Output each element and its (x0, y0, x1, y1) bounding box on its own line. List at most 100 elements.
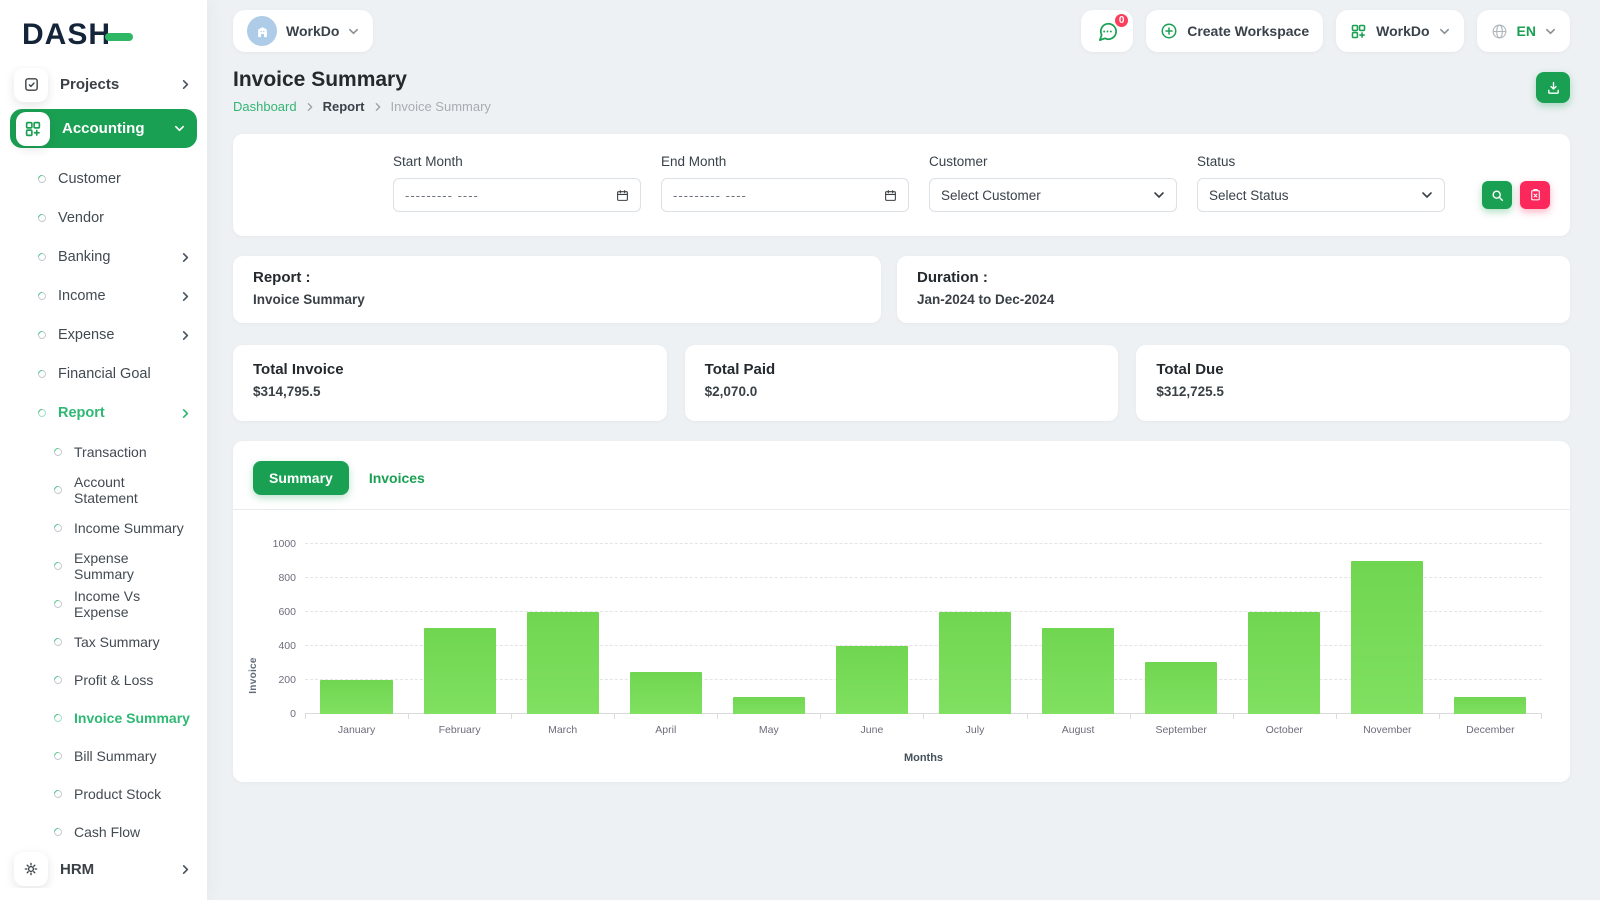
breadcrumb-current: Invoice Summary (390, 99, 491, 114)
bar-april (629, 671, 702, 714)
download-report-button[interactable] (1536, 72, 1570, 103)
x-tick-label-august: August (1026, 714, 1130, 736)
bullet-icon (52, 636, 64, 648)
bar-cell-may (717, 544, 820, 714)
y-tick-label: 0 (290, 708, 296, 720)
sidebar-item-banking[interactable]: Banking (0, 238, 207, 277)
filter-buttons (1482, 181, 1550, 212)
sidebar-item-label: Report (58, 405, 105, 422)
x-tick-label-october: October (1232, 714, 1336, 736)
sidebar-item-income-vs-expense[interactable]: Income Vs Expense (0, 585, 207, 623)
sidebar-item-bill-summary[interactable]: Bill Summary (0, 737, 207, 775)
filter-panel: Start Month --------- ---- End Month ---… (233, 134, 1570, 236)
check-square-icon (14, 67, 48, 102)
total-invoice-value: $314,795.5 (253, 384, 321, 399)
workspace-switcher[interactable]: WorkDo (233, 10, 374, 52)
sidebar-item-label: Transaction (74, 443, 147, 460)
sidebar-item-customer[interactable]: Customer (0, 160, 207, 199)
sidebar-item-hrm[interactable]: HRM (0, 851, 207, 888)
sidebar-item-expense[interactable]: Expense (0, 316, 207, 355)
workdo-menu-button[interactable]: WorkDo (1336, 10, 1464, 52)
sidebar-item-accounting[interactable]: Accounting (10, 109, 197, 148)
x-tick-label-september: September (1129, 714, 1233, 736)
bar-cell-august (1027, 544, 1130, 714)
sidebar-item-label: Financial Goal (58, 366, 151, 383)
total-due-value: $312,725.5 (1156, 384, 1224, 399)
sidebar-item-expense-summary[interactable]: Expense Summary (0, 547, 207, 585)
bullet-icon (36, 251, 48, 264)
topbar: WorkDo 0 Create Workspace WorkDo EN (233, 10, 1570, 52)
sidebar-item-label: HRM (60, 860, 95, 878)
messages-button[interactable]: 0 (1081, 10, 1134, 52)
bullet-icon (36, 407, 48, 420)
bullet-icon (52, 674, 64, 686)
bar-cell-january (305, 544, 408, 714)
status-field-group: Status Select Status (1197, 154, 1445, 212)
workdo-menu-label: WorkDo (1376, 23, 1430, 39)
hrm-icon (14, 852, 48, 887)
breadcrumb-dashboard[interactable]: Dashboard (233, 99, 297, 114)
sidebar-item-vendor[interactable]: Vendor (0, 199, 207, 238)
breadcrumb-report[interactable]: Report (323, 99, 365, 114)
bullet-icon (36, 368, 48, 381)
language-selector[interactable]: EN (1476, 10, 1570, 52)
duration-label: Duration : (917, 269, 988, 286)
end-month-input[interactable]: --------- ---- (661, 178, 909, 212)
sidebar-item-invoice-summary[interactable]: Invoice Summary (0, 699, 207, 737)
calendar-icon[interactable] (616, 189, 629, 202)
sidebar-item-projects[interactable]: Projects (0, 66, 207, 103)
workspace-name: WorkDo (286, 23, 340, 39)
bar-october (1248, 612, 1321, 714)
y-axis-title: Invoice (247, 657, 259, 694)
search-icon (1491, 189, 1503, 201)
sidebar-item-label: Invoice Summary (74, 709, 190, 726)
apply-filter-button[interactable] (1482, 181, 1512, 209)
sidebar-item-income[interactable]: Income (0, 277, 207, 316)
bars-container (305, 544, 1542, 714)
app-logo[interactable]: DASH (0, 12, 207, 66)
bar-august (1042, 628, 1115, 714)
x-tick-label-july: July (923, 714, 1026, 736)
sidebar-item-label: Income Summary (74, 519, 184, 536)
sidebar-item-financial-goal[interactable]: Financial Goal (0, 355, 207, 394)
calendar-icon[interactable] (884, 189, 897, 202)
report-name-card: Report : Invoice Summary (233, 256, 881, 323)
sidebar-item-account-statement[interactable]: Account Statement (0, 471, 207, 509)
customer-select[interactable]: Select Customer (929, 178, 1177, 212)
chevron-right-icon (180, 291, 191, 302)
grid-plus-icon (16, 111, 50, 146)
x-axis-labels: January February March April May June July Augu… (305, 714, 1543, 736)
create-workspace-button[interactable]: Create Workspace (1146, 10, 1324, 52)
bar-december (1454, 697, 1527, 714)
sidebar-item-label: Profit & Loss (74, 671, 154, 688)
total-due-card: Total Due $312,725.5 (1136, 345, 1570, 421)
reset-filter-button[interactable] (1520, 181, 1550, 209)
sidebar-item-profit-loss[interactable]: Profit & Loss (0, 661, 207, 699)
main-content: WorkDo 0 Create Workspace WorkDo EN Invo… (207, 0, 1600, 900)
sidebar-item-report[interactable]: Report (0, 394, 207, 433)
sidebar-item-label: Cash Flow (74, 823, 141, 840)
sidebar-item-tax-summary[interactable]: Tax Summary (0, 623, 207, 661)
duration-card: Duration : Jan-2024 to Dec-2024 (897, 256, 1570, 323)
tab-invoices[interactable]: Invoices (353, 461, 441, 495)
x-tick-label-april: April (614, 714, 717, 736)
sidebar-item-cash-flow[interactable]: Cash Flow (0, 813, 207, 851)
x-tick-label-march: March (511, 714, 614, 736)
sidebar-item-transaction[interactable]: Transaction (0, 433, 207, 471)
sidebar-item-product-stock[interactable]: Product Stock (0, 775, 207, 813)
x-tick-label-november: November (1335, 714, 1439, 736)
grid-plus-icon (1350, 23, 1367, 40)
tab-summary[interactable]: Summary (253, 461, 349, 495)
bullet-icon (52, 598, 64, 610)
start-month-input[interactable]: --------- ---- (393, 178, 641, 212)
globe-icon (1491, 23, 1508, 40)
bullet-icon (52, 484, 64, 496)
bullet-icon (52, 560, 64, 572)
x-tick-label-february: February (408, 714, 511, 736)
sidebar: DASH Projects Accounting Customer Vendor B… (0, 0, 207, 900)
chevron-right-icon (373, 102, 383, 112)
bar-november (1351, 561, 1424, 714)
total-paid-label: Total Paid (704, 361, 776, 378)
sidebar-item-income-summary[interactable]: Income Summary (0, 509, 207, 547)
status-select[interactable]: Select Status (1197, 178, 1445, 212)
